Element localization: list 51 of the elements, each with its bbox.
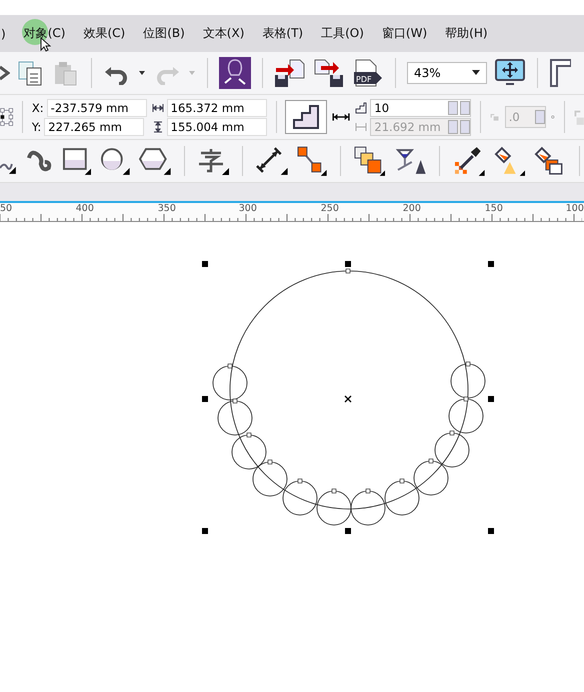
ruler-label: 200 xyxy=(402,203,421,214)
menu-item[interactable]: 文本(X) xyxy=(202,25,244,42)
menu-item[interactable]: 对象(C) xyxy=(24,25,66,42)
y-label: Y: xyxy=(32,120,42,134)
zoom-level-dropdown[interactable]: 43% xyxy=(407,62,487,84)
ruler-label: 350 xyxy=(158,203,176,214)
ruler-label: 300 xyxy=(238,203,257,214)
ruler-label: 400 xyxy=(76,203,94,214)
ruler-options-icon[interactable] xyxy=(549,58,571,88)
menu-item[interactable]: 位图(B) xyxy=(143,25,185,42)
pdf-label: PDF xyxy=(356,75,372,84)
rectangle-tool-icon[interactable] xyxy=(62,147,92,175)
steps-spin-field[interactable]: 10 xyxy=(370,98,472,116)
x-label: X: xyxy=(32,100,44,114)
ruler-label: 50 xyxy=(0,203,12,214)
click-highlight xyxy=(22,19,48,45)
caret-icon[interactable] xyxy=(138,70,146,76)
degree-icon xyxy=(550,114,555,120)
width-icon xyxy=(152,104,164,112)
menu-item[interactable]: 表格(T) xyxy=(262,25,304,42)
ellipse-tool-icon[interactable] xyxy=(100,147,130,175)
ruler-label: 100 xyxy=(566,203,584,214)
dimension-tool-icon[interactable] xyxy=(256,147,288,175)
height-icon xyxy=(152,120,164,132)
connector-tool-icon[interactable] xyxy=(297,146,327,176)
spacing-distance-icon xyxy=(355,122,368,130)
caret-icon xyxy=(472,70,480,76)
menu-item[interactable]: 效果(C) xyxy=(83,25,126,42)
y-position-field[interactable]: 227.265 mm xyxy=(44,118,144,136)
menu-item[interactable]: 帮助(H) xyxy=(445,25,488,42)
artistic-media-tool-icon[interactable] xyxy=(24,148,53,174)
interactive-fill-tool-icon[interactable] xyxy=(494,146,526,176)
steps-button[interactable] xyxy=(285,100,328,134)
eyedropper-tool-icon[interactable] xyxy=(453,146,485,176)
menu-item[interactable]: 窗口(W) xyxy=(382,25,428,42)
x-position-field[interactable]: -237.579 mm xyxy=(46,98,147,116)
height-field[interactable]: 155.004 mm xyxy=(166,118,267,136)
full-screen-preview-icon[interactable] xyxy=(494,58,526,88)
ruler-label: 150 xyxy=(484,203,503,214)
width-field[interactable]: 165.372 mm xyxy=(166,98,267,116)
menu-item[interactable]: ) xyxy=(1,26,6,40)
polygon-tool-icon[interactable] xyxy=(138,147,170,175)
app-launcher-icon[interactable] xyxy=(219,57,251,89)
export-icon[interactable] xyxy=(313,58,345,88)
steps-icon xyxy=(355,102,368,114)
blend-tool-icon[interactable] xyxy=(354,146,386,176)
import-icon[interactable] xyxy=(274,58,306,88)
menu-item[interactable]: 工具(O) xyxy=(321,25,364,42)
text-tool[interactable] xyxy=(197,147,230,175)
ruler-label: 250 xyxy=(320,203,339,214)
transparency-tool-icon[interactable] xyxy=(394,146,426,176)
